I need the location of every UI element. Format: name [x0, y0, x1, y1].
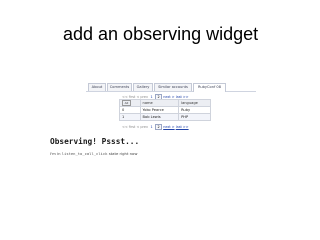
observer-status-suffix: state right now: [108, 151, 138, 156]
tab-bar: About Comments Gallery Similar accounts …: [86, 82, 256, 92]
cell-id: 1: [119, 113, 141, 121]
slide-title: add an observing widget: [63, 24, 259, 44]
select-all-dropdown[interactable]: All: [122, 100, 131, 106]
tab-comments[interactable]: Comments: [107, 83, 132, 91]
tab-about[interactable]: About: [88, 83, 106, 91]
table-row[interactable]: 0 Yoko Pearce Ruby: [119, 106, 211, 114]
select-all-header[interactable]: All: [119, 99, 141, 107]
tab-gallery[interactable]: Gallery: [133, 83, 153, 91]
observer-heading: Observing! Pssst...: [50, 137, 140, 146]
column-header-name[interactable]: name: [139, 99, 180, 107]
cell-language: Ruby: [178, 106, 211, 114]
cell-name: Yoko Pearce: [139, 106, 180, 114]
pager-first: << first: [122, 125, 136, 129]
embedded-screenshot: About Comments Gallery Similar accounts …: [86, 82, 256, 162]
cell-name: Bob Lewis: [139, 113, 180, 121]
cell-id: 0: [119, 106, 141, 114]
observer-status: I'm in listen_to_call_click state right …: [50, 151, 137, 156]
table-header-row: All name language: [119, 99, 211, 107]
pager-last[interactable]: last >>: [176, 125, 189, 129]
column-header-language[interactable]: language: [178, 99, 211, 107]
data-table: All name language 0 Yoko Pearce Ruby 1 B…: [119, 99, 211, 121]
pager-bottom: << first < prev 1 2 next > last >>: [122, 124, 189, 130]
tab-rubyconf-08[interactable]: RubyConf 08: [193, 83, 226, 92]
pager-page-1[interactable]: 1: [149, 124, 154, 130]
pager-prev: < prev: [136, 125, 148, 129]
cell-language: PHP: [178, 113, 211, 121]
pager-page-2[interactable]: 2: [155, 124, 163, 130]
observer-status-prefix: I'm in: [50, 151, 61, 156]
table-row[interactable]: 1 Bob Lewis PHP: [119, 113, 211, 121]
observer-state-name: listen_to_call_click: [61, 151, 108, 156]
pager-next[interactable]: next >: [163, 125, 174, 129]
tab-similar-accounts[interactable]: Similar accounts: [154, 83, 192, 91]
